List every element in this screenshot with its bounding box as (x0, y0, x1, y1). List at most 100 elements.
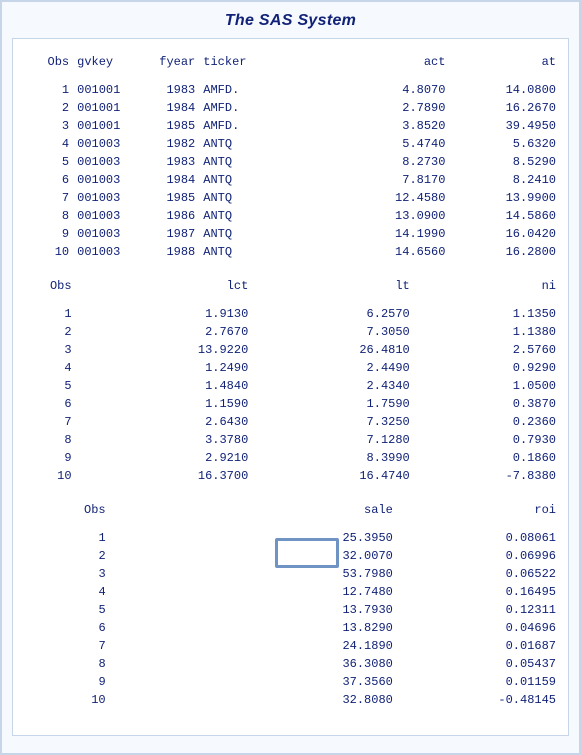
col-header-roi: roi (397, 499, 560, 529)
page-title: The SAS System (2, 2, 579, 38)
cell: 13.9900 (449, 189, 560, 207)
col-header-act: act (266, 51, 449, 81)
table-row: 72.64307.32500.2360 (21, 413, 560, 431)
cell: 001003 (73, 243, 140, 261)
col-header-ni: ni (414, 275, 560, 305)
table-row: 92.92108.39900.1860 (21, 449, 560, 467)
cell: 7 (21, 413, 76, 431)
cell: 8.5290 (449, 153, 560, 171)
table-row: 70010031985ANTQ12.458013.9900 (21, 189, 560, 207)
col-header-ticker: ticker (199, 51, 266, 81)
col-header-gvkey: gvkey (73, 51, 140, 81)
cell: 16.2670 (449, 99, 560, 117)
cell: ANTQ (199, 135, 266, 153)
cell: 001003 (73, 135, 140, 153)
table-row: 11.91306.25701.1350 (21, 305, 560, 323)
table-row: 30010011985AMFD.3.852039.4950 (21, 117, 560, 135)
cell: 6.2570 (252, 305, 413, 323)
cell: -0.48145 (397, 691, 560, 709)
cell: 001003 (73, 171, 140, 189)
cell: 37.3560 (110, 673, 397, 691)
cell: 3.3780 (76, 431, 253, 449)
table-row: 60010031984ANTQ7.81708.2410 (21, 171, 560, 189)
cell: 1984 (140, 99, 199, 117)
cell: 0.08061 (397, 529, 560, 547)
cell: 2 (21, 323, 76, 341)
cell: 2.5760 (414, 341, 560, 359)
cell: 001001 (73, 81, 140, 99)
cell: 0.01687 (397, 637, 560, 655)
cell: 16.4740 (252, 467, 413, 485)
cell: 001003 (73, 189, 140, 207)
cell: ANTQ (199, 189, 266, 207)
cell: 0.16495 (397, 583, 560, 601)
cell: 0.9290 (414, 359, 560, 377)
cell: ANTQ (199, 225, 266, 243)
cell: 6 (21, 395, 76, 413)
cell: 0.06522 (397, 565, 560, 583)
col-header-Obs: Obs (21, 275, 76, 305)
cell: 13.9220 (76, 341, 253, 359)
cell: 4 (21, 359, 76, 377)
table-section-2: Obslctltni11.91306.25701.135022.76707.30… (21, 275, 560, 499)
cell: 1.2490 (76, 359, 253, 377)
table-row: 613.82900.04696 (21, 619, 560, 637)
cell: 3 (21, 117, 73, 135)
table-row: 83.37807.12800.7930 (21, 431, 560, 449)
col-header-Obs: Obs (21, 51, 73, 81)
table-row: 724.18900.01687 (21, 637, 560, 655)
cell: ANTQ (199, 171, 266, 189)
cell: 1.4840 (76, 377, 253, 395)
cell: 9 (21, 449, 76, 467)
cell: 1 (21, 529, 110, 547)
cell: 0.05437 (397, 655, 560, 673)
table-row: 100010031988ANTQ14.656016.2800 (21, 243, 560, 261)
section-spacer (21, 261, 560, 275)
cell: 6 (21, 171, 73, 189)
cell: 001001 (73, 99, 140, 117)
cell: ANTQ (199, 153, 266, 171)
section-spacer (21, 709, 560, 723)
cell: ANTQ (199, 207, 266, 225)
cell: 2.4340 (252, 377, 413, 395)
cell: 8 (21, 655, 110, 673)
cell: 53.7980 (110, 565, 397, 583)
cell: 0.01159 (397, 673, 560, 691)
cell: 5 (21, 601, 110, 619)
table-row: 1032.8080-0.48145 (21, 691, 560, 709)
col-header-Obs: Obs (21, 499, 110, 529)
cell: 0.3870 (414, 395, 560, 413)
cell: 1983 (140, 153, 199, 171)
cell: 7.1280 (252, 431, 413, 449)
cell: 1.9130 (76, 305, 253, 323)
table-row: 22.76707.30501.1380 (21, 323, 560, 341)
table-row: 1016.370016.4740-7.8380 (21, 467, 560, 485)
table-row: 51.48402.43401.0500 (21, 377, 560, 395)
col-header-sale: sale (110, 499, 397, 529)
cell: 8.3990 (252, 449, 413, 467)
cell: 1986 (140, 207, 199, 225)
cell: AMFD. (199, 99, 266, 117)
cell: 7 (21, 189, 73, 207)
cell: -7.8380 (414, 467, 560, 485)
table-row: 40010031982ANTQ5.47405.6320 (21, 135, 560, 153)
cell: 3.8520 (266, 117, 449, 135)
cell: 6 (21, 619, 110, 637)
cell: 1984 (140, 171, 199, 189)
cell: 10 (21, 243, 73, 261)
cell: 14.5860 (449, 207, 560, 225)
cell: ANTQ (199, 243, 266, 261)
cell: 7.3250 (252, 413, 413, 431)
table-section-1: Obsgvkeyfyeartickeractat10010011983AMFD.… (21, 51, 560, 275)
col-header-lt: lt (252, 275, 413, 305)
cell: AMFD. (199, 117, 266, 135)
cell: 2.7670 (76, 323, 253, 341)
table-row: 232.00700.06996 (21, 547, 560, 565)
cell: 14.0800 (449, 81, 560, 99)
table-row: 90010031987ANTQ14.199016.0420 (21, 225, 560, 243)
cell: 1987 (140, 225, 199, 243)
cell: 7.3050 (252, 323, 413, 341)
cell: 1.0500 (414, 377, 560, 395)
cell: 1.1380 (414, 323, 560, 341)
section-spacer (21, 485, 560, 499)
